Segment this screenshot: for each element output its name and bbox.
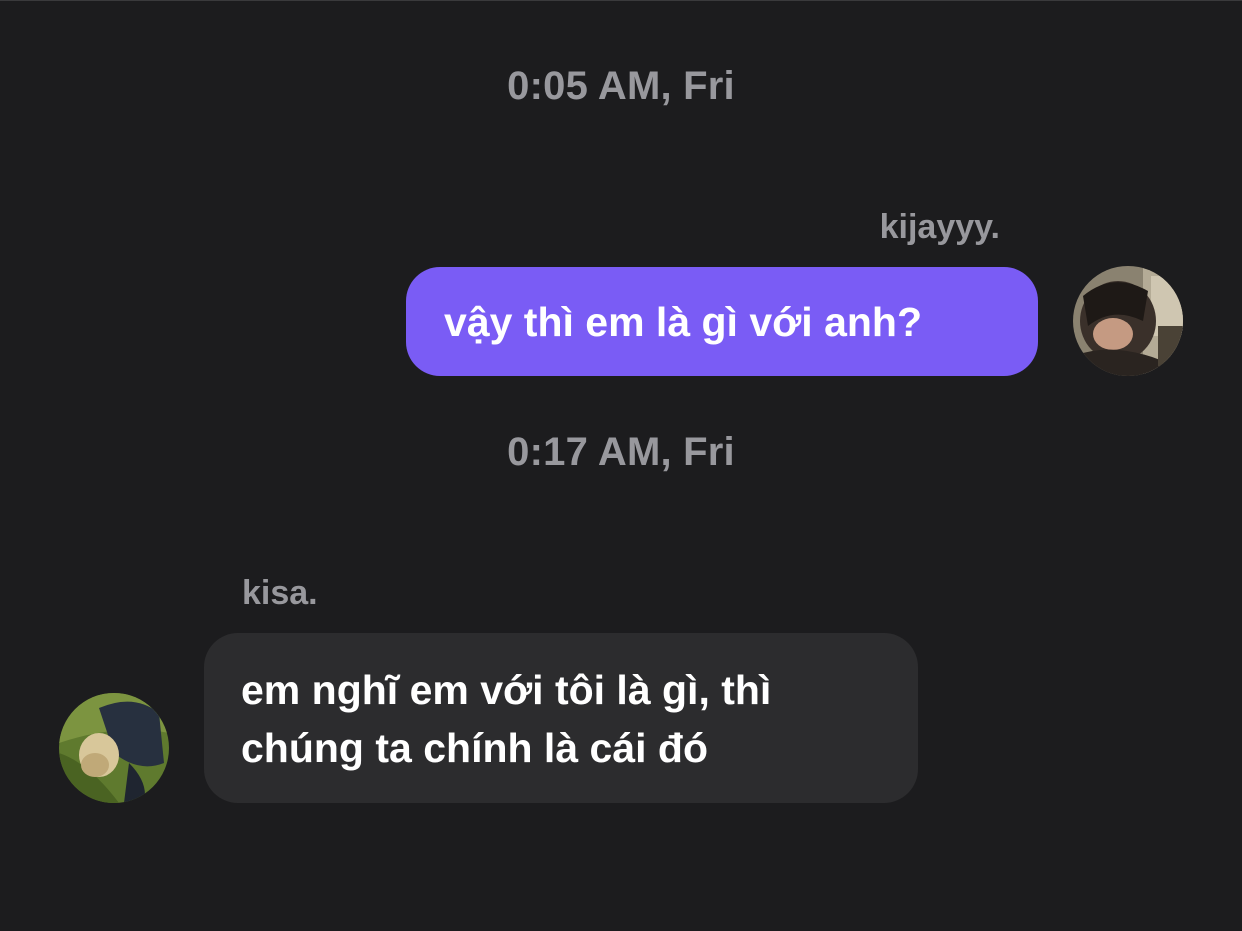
user-photo-icon: [1073, 266, 1183, 376]
user-photo-icon: [59, 693, 169, 803]
message-text-line: chúng ta chính là cái đó: [241, 725, 708, 771]
sender-name: kisa.: [242, 574, 318, 612]
avatar[interactable]: [1073, 266, 1183, 376]
sender-name: kijayyy.: [879, 208, 1000, 246]
top-divider: [0, 0, 1242, 1]
avatar[interactable]: [59, 693, 169, 803]
message-text: vậy thì em là gì với anh?: [444, 299, 923, 345]
timestamp: 0:17 AM, Fri: [507, 430, 735, 474]
incoming-message-bubble[interactable]: em nghĩ em với tôi là gì, thì chúng ta c…: [204, 633, 918, 803]
message-text-line: em nghĩ em với tôi là gì, thì: [241, 667, 772, 713]
outgoing-message-bubble[interactable]: vậy thì em là gì với anh?: [406, 267, 1038, 376]
timestamp: 0:05 AM, Fri: [507, 64, 735, 108]
